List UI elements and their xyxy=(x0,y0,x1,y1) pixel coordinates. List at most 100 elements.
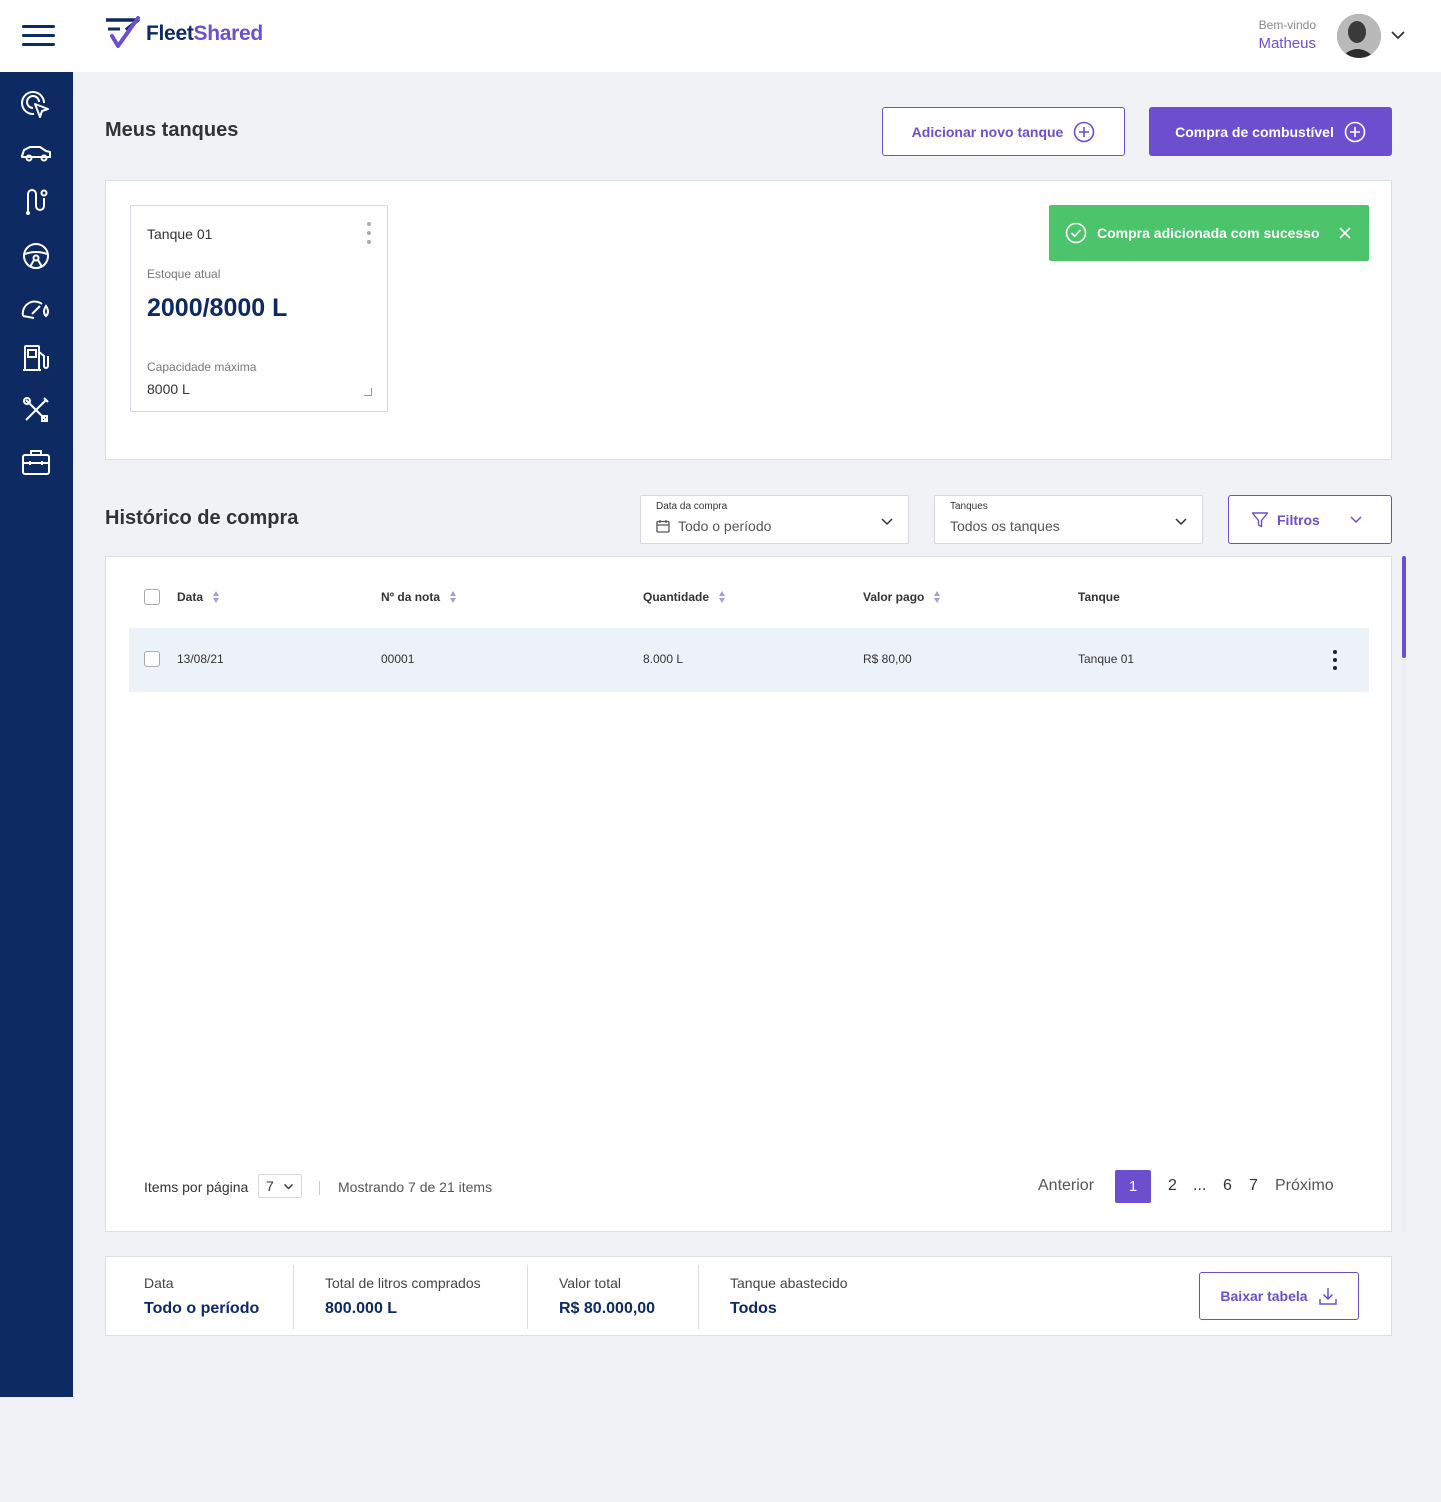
pagination-page-7[interactable]: 7 xyxy=(1249,1177,1258,1195)
download-table-label: Baixar tabela xyxy=(1220,1288,1308,1304)
pagination-page-2[interactable]: 2 xyxy=(1168,1177,1177,1195)
logo-fleet-text: Fleet xyxy=(146,22,194,45)
summary-tank: Tanque abastecido Todos xyxy=(730,1275,848,1318)
capacity-label: Capacidade máxima xyxy=(147,360,257,374)
steering-wheel-icon xyxy=(23,243,49,269)
sidebar-item-maintenance[interactable] xyxy=(18,392,54,428)
summary-total: Valor total R$ 80.000,00 xyxy=(559,1275,655,1318)
summary-date: Data Todo o período xyxy=(144,1275,259,1318)
fuel-pump-icon xyxy=(23,345,49,371)
items-per-page-label: Items por página xyxy=(144,1179,249,1195)
summary-tank-label: Tanque abastecido xyxy=(730,1275,848,1291)
buy-fuel-label: Compra de combustível xyxy=(1175,123,1334,140)
sidebar-item-routes[interactable] xyxy=(18,182,54,218)
tank-filter-select[interactable]: Tanques Todos os tanques xyxy=(934,495,1203,544)
sidebar-item-vehicles[interactable] xyxy=(18,135,54,171)
select-all-checkbox[interactable] xyxy=(144,589,160,605)
divider xyxy=(527,1265,528,1329)
chevron-down-icon xyxy=(284,1184,293,1190)
calendar-icon xyxy=(656,520,670,533)
sidebar-item-dashboard[interactable] xyxy=(18,87,54,123)
download-icon xyxy=(1318,1288,1337,1305)
tank-filter-value: Todos os tanques xyxy=(950,518,1060,534)
column-header-quantidade[interactable]: Quantidade xyxy=(643,590,726,604)
fleetshared-logo-icon xyxy=(106,16,140,48)
route-icon xyxy=(26,189,48,215)
summary-liters-label: Total de litros comprados xyxy=(325,1275,481,1291)
summary-total-label: Valor total xyxy=(559,1275,621,1291)
stock-label: Estoque atual xyxy=(147,267,221,281)
row-checkbox[interactable] xyxy=(144,651,160,667)
add-tank-button[interactable]: Adicionar novo tanque xyxy=(882,107,1125,156)
cell-quantidade: 8.000 L xyxy=(643,652,684,666)
divider xyxy=(293,1265,294,1329)
column-header-data[interactable]: Data xyxy=(177,590,220,604)
pagination-previous[interactable]: Anterior xyxy=(1038,1177,1094,1195)
filters-button[interactable]: Filtros xyxy=(1228,495,1392,544)
plus-circle-icon xyxy=(1344,121,1366,142)
table-row[interactable]: 13/08/21 00001 8.000 L R$ 80,00 Tanque 0… xyxy=(129,628,1369,692)
summary-date-value: Todo o período xyxy=(144,1300,260,1317)
chevron-down-icon xyxy=(1175,518,1187,526)
buy-fuel-button[interactable]: Compra de combustível xyxy=(1149,107,1392,156)
date-filter-label: Data da compra xyxy=(656,501,728,512)
summary-total-value: R$ 80.000,00 xyxy=(559,1300,656,1317)
chevron-down-icon xyxy=(1350,516,1362,524)
chevron-down-icon xyxy=(881,518,893,526)
tank-card[interactable]: Tanque 01 Estoque atual 2000/8000 L Capa… xyxy=(130,205,388,412)
top-bar: FleetShared Bem-vindo Matheus xyxy=(0,0,1441,72)
briefcase-icon xyxy=(22,450,50,475)
date-filter-select[interactable]: Data da compra Todo o período xyxy=(640,495,909,544)
showing-count: Mostrando 7 de 21 items xyxy=(338,1179,493,1195)
sort-icon[interactable] xyxy=(934,591,941,603)
sidebar-item-drivers[interactable] xyxy=(18,238,54,274)
menu-icon[interactable] xyxy=(22,25,55,47)
filter-icon xyxy=(1251,512,1269,528)
cell-nota: 00001 xyxy=(381,652,415,666)
column-header-nota[interactable]: Nº da nota xyxy=(381,590,457,604)
tanks-panel: Tanque 01 Estoque atual 2000/8000 L Capa… xyxy=(105,180,1392,460)
pagination-page-1[interactable]: 1 xyxy=(1115,1170,1151,1203)
sort-icon[interactable] xyxy=(450,591,457,603)
column-header-valor[interactable]: Valor pago xyxy=(863,590,941,604)
user-name: Matheus xyxy=(1258,35,1316,52)
summary-date-label: Data xyxy=(144,1275,174,1291)
sidebar-item-consumption[interactable] xyxy=(18,290,54,326)
pagination-next[interactable]: Próximo xyxy=(1275,1177,1334,1195)
sidebar-item-fuel[interactable] xyxy=(18,340,54,376)
chevron-down-icon[interactable] xyxy=(1390,28,1406,42)
cell-valor: R$ 80,00 xyxy=(863,652,912,666)
scrollbar-thumb[interactable] xyxy=(1402,556,1406,658)
pagination-ellipsis: ... xyxy=(1193,1177,1207,1194)
summary-liters: Total de litros comprados 800.000 L xyxy=(325,1275,481,1318)
avatar[interactable] xyxy=(1337,14,1381,58)
filters-label: Filtros xyxy=(1277,512,1320,528)
pagination-page-6[interactable]: 6 xyxy=(1223,1177,1232,1195)
resize-corner-icon xyxy=(364,388,372,396)
items-per-page-select[interactable]: 7 xyxy=(258,1174,302,1198)
logo[interactable]: FleetShared xyxy=(104,16,263,52)
summary-tank-value: Todos xyxy=(730,1300,777,1317)
success-toast: Compra adicionada com sucesso xyxy=(1049,205,1369,261)
dashboard-pointer-icon xyxy=(21,91,49,118)
toast-message: Compra adicionada com sucesso xyxy=(1097,225,1320,241)
welcome-block: Bem-vindo Matheus xyxy=(1258,18,1316,52)
speedometer-fuel-icon xyxy=(21,300,49,319)
summary-bar: Data Todo o período Total de litros comp… xyxy=(105,1256,1392,1336)
stock-value: 2000/8000 L xyxy=(147,294,288,322)
close-icon[interactable] xyxy=(1337,225,1353,241)
download-table-button[interactable]: Baixar tabela xyxy=(1199,1272,1359,1320)
summary-liters-value: 800.000 L xyxy=(325,1300,398,1317)
more-vertical-icon[interactable] xyxy=(363,220,375,246)
sidebar-item-business[interactable] xyxy=(18,444,54,480)
tank-name: Tanque 01 xyxy=(147,226,213,242)
welcome-label: Bem-vindo xyxy=(1258,18,1316,32)
sort-icon[interactable] xyxy=(719,591,726,603)
logo-shared-text: Shared xyxy=(193,22,264,45)
check-circle-icon xyxy=(1065,222,1087,244)
user-photo-icon xyxy=(1337,14,1381,58)
sort-icon[interactable] xyxy=(213,591,220,603)
tools-icon xyxy=(23,397,49,422)
car-icon xyxy=(21,146,51,162)
more-vertical-icon[interactable] xyxy=(1330,648,1340,672)
